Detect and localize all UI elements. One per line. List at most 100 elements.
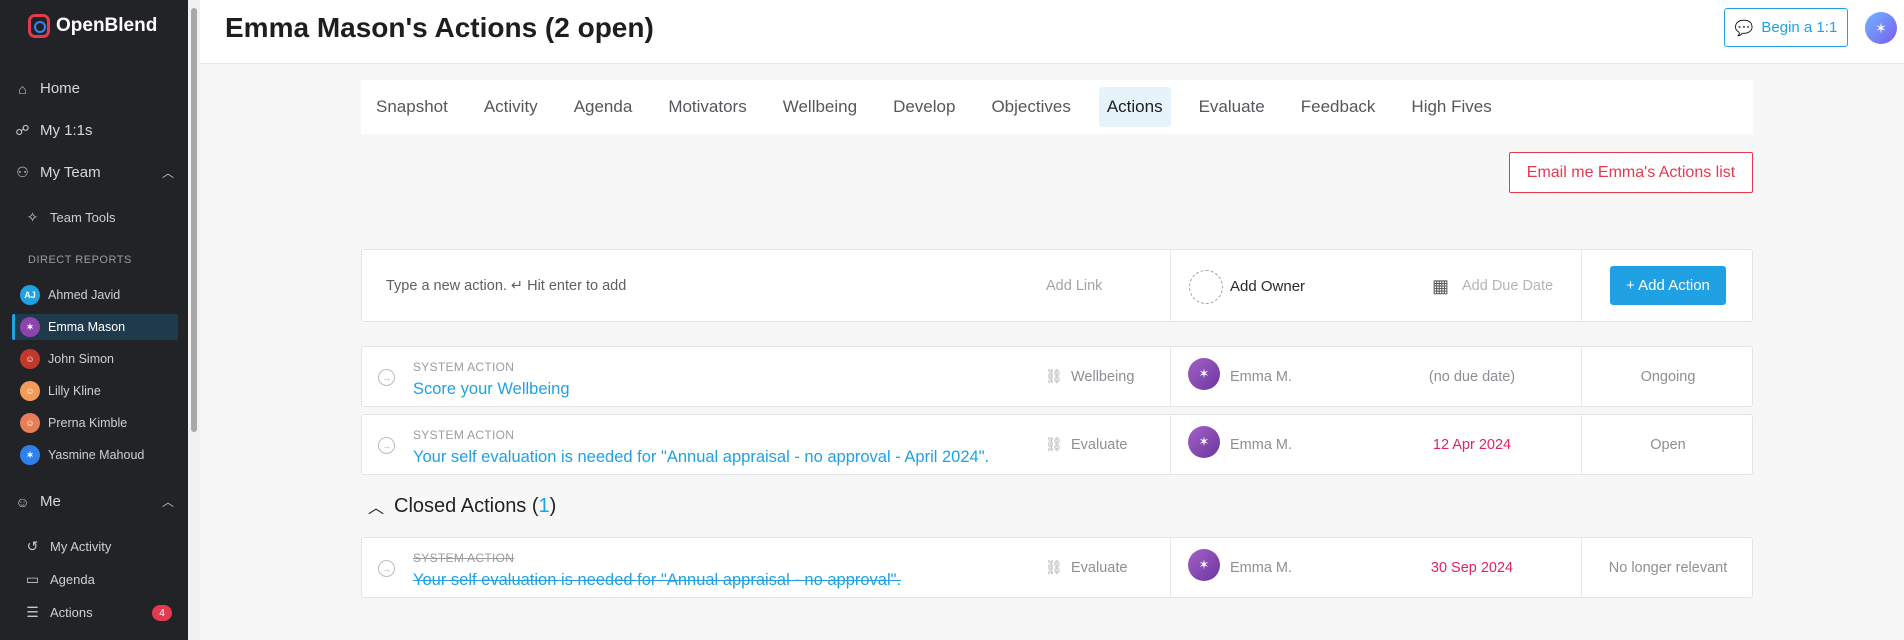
owner-name: Emma M. bbox=[1230, 437, 1293, 453]
user-avatar[interactable]: ✶ bbox=[1865, 12, 1897, 44]
tab-objectives[interactable]: Objectives bbox=[983, 87, 1078, 127]
sidebar-item-team-tools[interactable]: ✧ Team Tools bbox=[24, 209, 116, 226]
owner-placeholder-icon[interactable] bbox=[1189, 270, 1223, 304]
owner-avatar: ✶ bbox=[1188, 358, 1220, 390]
tab-actions[interactable]: Actions bbox=[1098, 87, 1171, 127]
user-icon: ☺ bbox=[15, 493, 30, 510]
tab-develop[interactable]: Develop bbox=[885, 87, 963, 127]
team-icon: ⚇ bbox=[16, 164, 29, 180]
clipboard-icon: ▭ bbox=[25, 571, 40, 587]
report-prerna-kimble[interactable]: ☺ Prerna Kimble bbox=[12, 410, 178, 436]
arrow-circle-icon[interactable]: → bbox=[378, 437, 395, 454]
action-type-label: SYSTEM ACTION bbox=[413, 428, 515, 442]
sidebar-item-label: Team Tools bbox=[50, 210, 116, 225]
report-name: Ahmed Javid bbox=[48, 288, 121, 302]
app-name: OpenBlend bbox=[56, 15, 158, 36]
sidebar-item-actions[interactable]: ☰ Actions bbox=[24, 604, 93, 621]
due-date[interactable]: 12 Apr 2024 bbox=[1372, 437, 1572, 453]
owner-name: Emma M. bbox=[1230, 369, 1293, 385]
link-icon: ⛓ bbox=[1045, 559, 1063, 575]
chevron-up-icon[interactable]: ︿ bbox=[162, 164, 174, 181]
sparkle-icon: ✧ bbox=[26, 209, 39, 225]
tab-high-fives[interactable]: High Fives bbox=[1403, 87, 1499, 127]
report-lilly-kline[interactable]: ☺ Lilly Kline bbox=[12, 378, 178, 404]
divider bbox=[1581, 250, 1582, 321]
sidebar-item-label: Agenda bbox=[50, 572, 95, 587]
chat-icon: ☍ bbox=[15, 122, 30, 138]
openblend-logo-icon bbox=[28, 14, 50, 38]
sidebar-item-label: Actions bbox=[50, 605, 93, 620]
action-type-label: SYSTEM ACTION bbox=[413, 360, 515, 374]
tab-evaluate[interactable]: Evaluate bbox=[1191, 87, 1273, 127]
report-name: Yasmine Mahoud bbox=[48, 448, 145, 462]
action-title[interactable]: Score your Wellbeing bbox=[413, 380, 570, 399]
calendar-icon[interactable]: ▦ bbox=[1432, 276, 1449, 297]
sidebar-item-home[interactable]: ⌂ Home bbox=[14, 80, 80, 97]
chevron-up-icon[interactable]: ︿ bbox=[162, 493, 174, 510]
closed-actions-heading: Closed Actions (1) bbox=[394, 494, 557, 517]
sidebar-scrollbar-thumb[interactable] bbox=[191, 8, 197, 432]
due-date[interactable]: (no due date) bbox=[1372, 369, 1572, 385]
action-title[interactable]: Your self evaluation is needed for "Annu… bbox=[413, 448, 989, 467]
report-name: Lilly Kline bbox=[48, 384, 101, 398]
action-status[interactable]: No longer relevant bbox=[1582, 560, 1754, 576]
tab-wellbeing[interactable]: Wellbeing bbox=[775, 87, 865, 127]
action-title[interactable]: Your self evaluation is needed for "Annu… bbox=[413, 571, 901, 590]
avatar: ☺ bbox=[20, 349, 40, 369]
link-icon: ⛓ bbox=[1045, 368, 1063, 384]
tab-motivators[interactable]: Motivators bbox=[660, 87, 754, 127]
sidebar-item-my-1-1s[interactable]: ☍ My 1:1s bbox=[14, 122, 93, 139]
action-link[interactable]: Evaluate bbox=[1071, 560, 1127, 576]
action-link[interactable]: Wellbeing bbox=[1071, 369, 1134, 385]
divider bbox=[1170, 538, 1171, 597]
divider bbox=[1170, 347, 1171, 406]
tab-snapshot[interactable]: Snapshot bbox=[368, 87, 456, 127]
profile-tabs: Snapshot Activity Agenda Motivators Well… bbox=[361, 80, 1753, 134]
new-action-input[interactable]: Type a new action. ↵ Hit enter to add bbox=[386, 278, 626, 294]
report-john-simon[interactable]: ☺ John Simon bbox=[12, 346, 178, 372]
add-link-button[interactable]: Add Link bbox=[1046, 278, 1102, 294]
sidebar-item-label: My Activity bbox=[50, 539, 112, 554]
due-date[interactable]: 30 Sep 2024 bbox=[1372, 560, 1572, 576]
actions-count-badge: 4 bbox=[152, 605, 172, 621]
sidebar-item-label: Home bbox=[40, 80, 81, 97]
owner-avatar: ✶ bbox=[1188, 426, 1220, 458]
action-status[interactable]: Open bbox=[1582, 437, 1754, 453]
sidebar-item-my-team[interactable]: ⚇ My Team ︿ bbox=[14, 164, 174, 181]
sidebar-scrollbar[interactable] bbox=[188, 0, 200, 640]
app-logo[interactable]: OpenBlend bbox=[28, 14, 157, 38]
action-row[interactable]: → SYSTEM ACTION Score your Wellbeing ⛓ W… bbox=[361, 346, 1753, 407]
avatar: ✶ bbox=[20, 317, 40, 337]
new-action-card: Type a new action. ↵ Hit enter to add Ad… bbox=[361, 249, 1753, 322]
report-yasmine-mahoud[interactable]: ✶ Yasmine Mahoud bbox=[12, 442, 178, 468]
avatar: ☺ bbox=[20, 413, 40, 433]
owner-name: Emma M. bbox=[1230, 560, 1293, 576]
add-owner-button[interactable]: Add Owner bbox=[1230, 278, 1305, 295]
home-icon: ⌂ bbox=[18, 80, 27, 97]
tab-activity[interactable]: Activity bbox=[476, 87, 546, 127]
arrow-circle-icon[interactable]: → bbox=[378, 369, 395, 386]
report-name: Emma Mason bbox=[48, 320, 126, 334]
arrow-circle-icon[interactable]: → bbox=[378, 560, 395, 577]
sidebar-item-agenda[interactable]: ▭ Agenda bbox=[24, 571, 95, 588]
tab-agenda[interactable]: Agenda bbox=[566, 87, 641, 127]
sidebar-item-me[interactable]: ☺ Me ︿ bbox=[14, 493, 174, 510]
tab-feedback[interactable]: Feedback bbox=[1293, 87, 1384, 127]
closed-count: 1 bbox=[538, 494, 550, 517]
sidebar-item-my-activity[interactable]: ↺ My Activity bbox=[24, 538, 112, 555]
checklist-icon: ☰ bbox=[26, 604, 39, 620]
begin-1-1-label: Begin a 1:1 bbox=[1761, 19, 1838, 36]
email-actions-list-button[interactable]: Email me Emma's Actions list bbox=[1509, 152, 1753, 193]
report-ahmed-javid[interactable]: AJ Ahmed Javid bbox=[12, 282, 178, 308]
page-header: Emma Mason's Actions (2 open) 💬 Begin a … bbox=[200, 0, 1904, 64]
action-status[interactable]: Ongoing bbox=[1582, 369, 1754, 385]
add-action-button[interactable]: + Add Action bbox=[1610, 266, 1726, 305]
begin-1-1-button[interactable]: 💬 Begin a 1:1 bbox=[1724, 8, 1848, 47]
sidebar-item-label: My 1:1s bbox=[40, 122, 93, 139]
add-due-date-button[interactable]: Add Due Date bbox=[1462, 278, 1553, 294]
closed-actions-toggle[interactable]: ︿ Closed Actions (1) bbox=[368, 494, 556, 518]
action-row[interactable]: → SYSTEM ACTION Your self evaluation is … bbox=[361, 414, 1753, 475]
action-link[interactable]: Evaluate bbox=[1071, 437, 1127, 453]
report-emma-mason[interactable]: ✶ Emma Mason bbox=[12, 314, 178, 340]
closed-action-row[interactable]: → SYSTEM ACTION Your self evaluation is … bbox=[361, 537, 1753, 598]
